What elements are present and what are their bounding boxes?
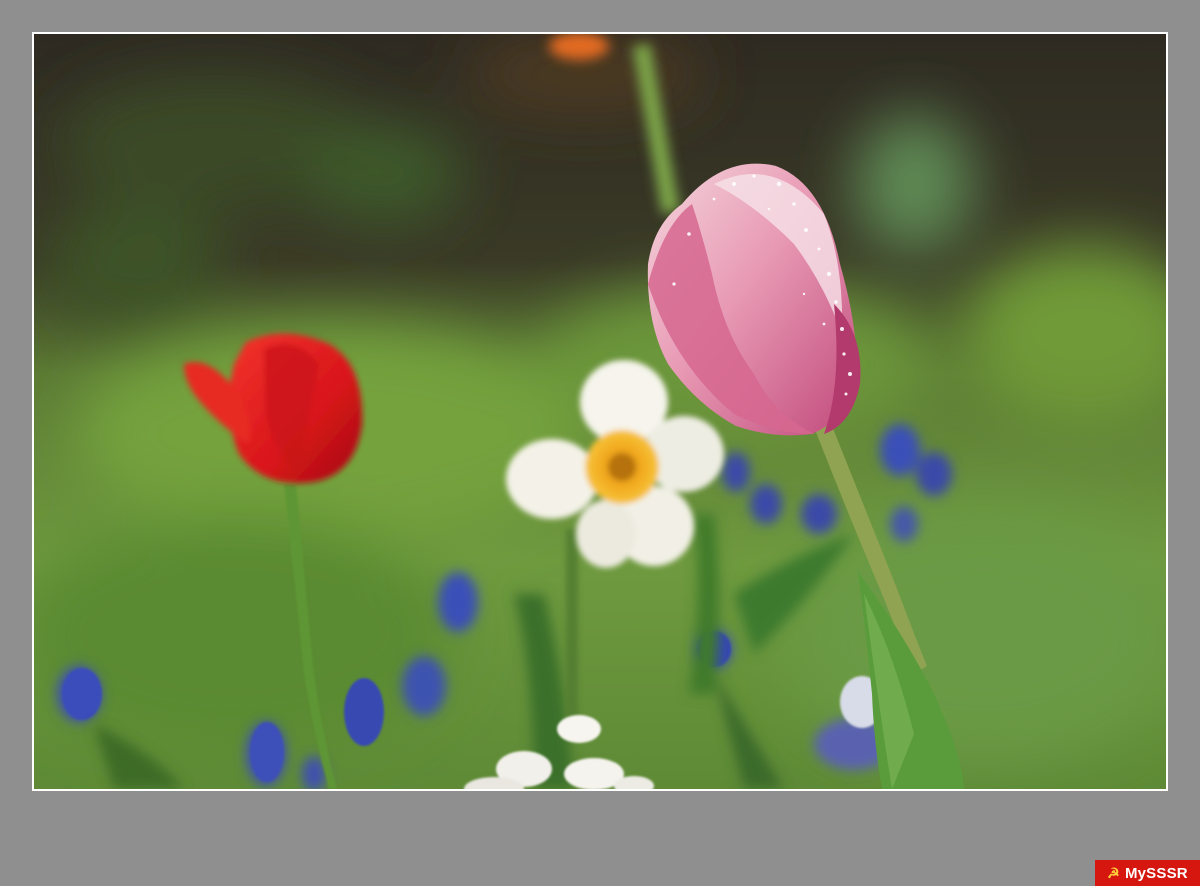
hammer-and-sickle-icon: ☭ bbox=[1107, 865, 1120, 881]
watermark-text: MySSSR bbox=[1124, 864, 1188, 882]
daffodil-stem bbox=[566, 529, 578, 729]
watermark-logo: ☭ MySSSR bbox=[1095, 860, 1200, 886]
flower-photo bbox=[34, 34, 1166, 789]
photo-frame bbox=[32, 32, 1168, 791]
